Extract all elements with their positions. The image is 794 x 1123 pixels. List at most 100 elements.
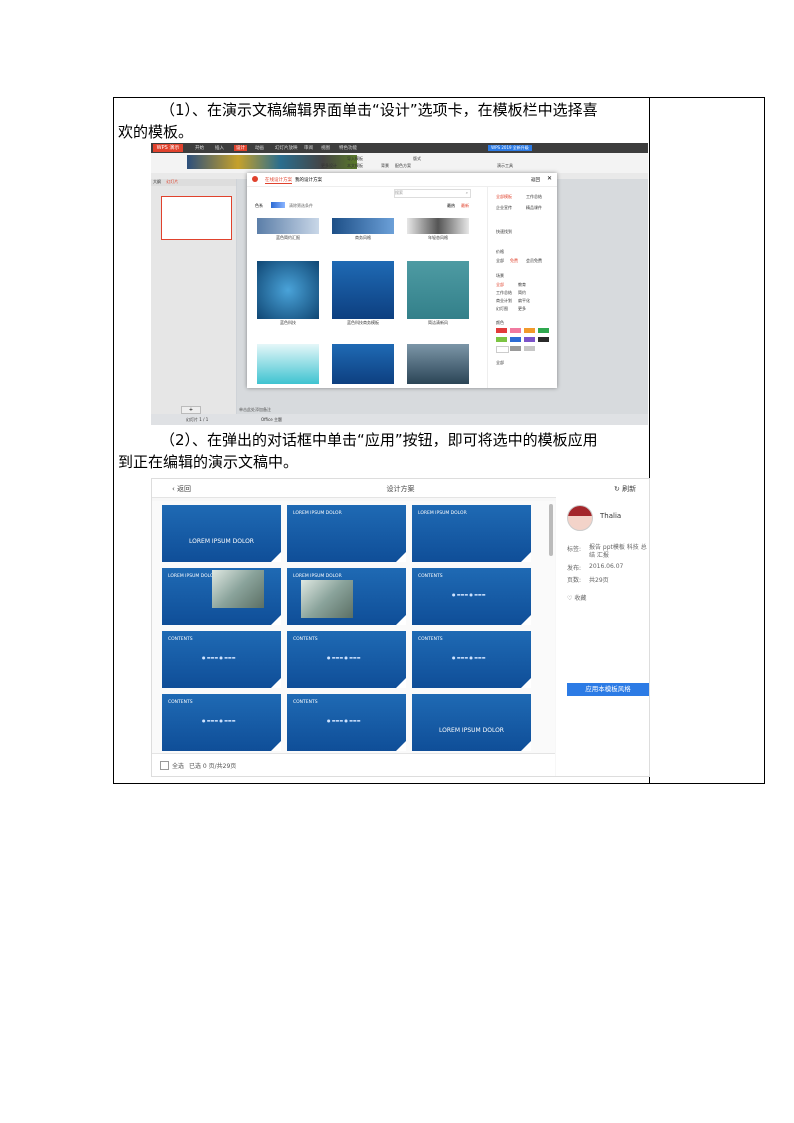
scene-more[interactable]: 更多: [518, 306, 526, 312]
tab-special[interactable]: 特色功能: [339, 145, 357, 151]
template-card[interactable]: [257, 344, 319, 396]
scene-slides[interactable]: 幻灯图: [496, 306, 508, 312]
page-curl: [521, 615, 531, 625]
scene-label: 场景: [496, 273, 504, 278]
pages-label: 页数:: [567, 577, 582, 584]
price-all[interactable]: 全部: [496, 258, 504, 264]
tags-label: 标签:: [567, 546, 582, 553]
ribbon-layout[interactable]: 版式: [413, 156, 421, 162]
search-icon[interactable]: ⌕: [466, 190, 468, 195]
screenshot-design-tab: WPS 演示 开始 插入 设计 动画 幻灯片放映 审阅 视图 特色功能 WPS …: [151, 143, 648, 425]
filter-all-templates[interactable]: 全部模板: [496, 194, 512, 200]
color-swatch[interactable]: [496, 337, 507, 342]
sort-new[interactable]: 最新: [461, 203, 469, 209]
color-swatch[interactable]: [524, 337, 535, 342]
color-swatch[interactable]: [538, 328, 549, 333]
ribbon-more-design[interactable]: 更多设计: [321, 163, 337, 169]
slide-preview[interactable]: LOREM IPSUM DOLOR: [287, 568, 406, 625]
slide-preview[interactable]: LOREM IPSUM DOLOR: [412, 694, 531, 751]
refresh-button[interactable]: ↻ 刷新: [614, 484, 636, 494]
color-swatch[interactable]: [510, 328, 521, 333]
selected-color-chip[interactable]: [271, 202, 285, 208]
wps-app-button[interactable]: WPS 演示: [153, 144, 183, 152]
heart-icon: ♡: [567, 595, 573, 602]
tab-online-designs[interactable]: 在线设计方案: [265, 177, 292, 184]
tab-insert[interactable]: 插入: [215, 145, 224, 151]
scene-simple[interactable]: 简约: [518, 290, 526, 296]
page-curl: [271, 615, 281, 625]
filter-courseware[interactable]: 精品课件: [526, 205, 542, 211]
tab-slideshow[interactable]: 幻灯片放映: [275, 145, 298, 151]
template-card[interactable]: 简洁清新风: [407, 261, 469, 329]
filter-company[interactable]: 企业宣传: [496, 205, 512, 211]
favorite-button[interactable]: ♡ 收藏: [567, 593, 586, 602]
scene-work[interactable]: 工作总结: [496, 290, 512, 296]
price-member[interactable]: 会员免费: [526, 258, 542, 264]
color-all[interactable]: 全部: [496, 360, 504, 366]
ribbon-presentation-tools[interactable]: 演示工具: [497, 163, 513, 169]
template-card[interactable]: [407, 344, 469, 396]
tab-view[interactable]: 视图: [321, 145, 330, 151]
slide-preview[interactable]: LOREM IPSUM DOLOR: [162, 505, 281, 562]
color-swatch[interactable]: [496, 328, 507, 333]
template-card[interactable]: 蓝色科技: [257, 261, 319, 329]
slide-preview[interactable]: CONTENTS ● ▬▬▬ ● ▬▬▬: [162, 631, 281, 688]
tab-review[interactable]: 审阅: [304, 145, 313, 151]
color-swatch[interactable]: [524, 328, 535, 333]
slide-title: LOREM IPSUM DOLOR: [293, 511, 342, 516]
slide-title: LOREM IPSUM DOLOR: [439, 727, 504, 734]
slide-photo: [301, 580, 353, 618]
contents-list: ● ▬▬▬ ● ▬▬▬: [327, 655, 361, 660]
close-icon[interactable]: ✕: [547, 175, 552, 182]
tab-animation[interactable]: 动画: [255, 145, 264, 151]
slide-preview[interactable]: CONTENTS ● ▬▬▬ ● ▬▬▬: [162, 694, 281, 751]
slide-title: CONTENTS: [168, 637, 193, 642]
filter-work-summary[interactable]: 工作总结: [526, 194, 542, 200]
scrollbar[interactable]: [549, 504, 553, 556]
ribbon-color-scheme[interactable]: 配色方案: [395, 163, 411, 169]
slide-preview[interactable]: CONTENTS ● ▬▬▬ ● ▬▬▬: [412, 631, 531, 688]
tab-my-designs[interactable]: 我的设计方案: [295, 177, 322, 183]
slide-thumbnail[interactable]: [161, 196, 232, 240]
sort-hot[interactable]: 最热: [447, 203, 455, 209]
dialog-back-button[interactable]: 返回: [531, 177, 540, 183]
color-swatch[interactable]: [510, 337, 521, 342]
select-all-checkbox[interactable]: [160, 761, 169, 770]
slide-title: LOREM IPSUM DOLOR: [168, 574, 217, 579]
status-bar: 幻灯片 1 / 1 Office 主题: [151, 414, 648, 425]
color-swatch[interactable]: [524, 346, 535, 351]
ribbon-import-template[interactable]: 导入模板: [347, 156, 363, 162]
step2-line2: 到正在编辑的演示文稿中。: [118, 453, 299, 471]
outline-tab[interactable]: 大纲: [153, 179, 161, 184]
tab-design[interactable]: 设计: [234, 145, 247, 151]
color-swatch[interactable]: [496, 346, 509, 353]
clear-filter[interactable]: 清除筛选条件: [289, 203, 313, 209]
color-swatch[interactable]: [510, 346, 521, 351]
slides-tab[interactable]: 幻灯片: [166, 179, 178, 184]
apply-template-button[interactable]: 应用本模板风格: [567, 683, 649, 696]
author-name[interactable]: Thalia: [600, 512, 621, 520]
slide-preview[interactable]: LOREM IPSUM DOLOR: [412, 505, 531, 562]
slide-preview[interactable]: LOREM IPSUM DOLOR: [162, 568, 281, 625]
scene-all[interactable]: 全部: [496, 282, 504, 288]
slide-preview[interactable]: CONTENTS ● ▬▬▬ ● ▬▬▬: [412, 568, 531, 625]
template-card[interactable]: 蓝色科技商务模板: [332, 261, 394, 329]
scene-flat[interactable]: 扁平化: [518, 298, 530, 304]
slide-preview[interactable]: CONTENTS ● ▬▬▬ ● ▬▬▬: [287, 631, 406, 688]
template-card[interactable]: [332, 344, 394, 396]
price-free[interactable]: 免费: [510, 258, 518, 264]
template-search-input[interactable]: 搜索 ⌕: [394, 189, 471, 198]
ribbon-background[interactable]: 背景: [381, 163, 389, 169]
scheme-header: ‹ 返回 设计方案 ↻ 刷新: [152, 479, 649, 498]
ribbon-this-template[interactable]: 本文模板: [347, 163, 363, 169]
upgrade-button[interactable]: WPS 2019 全新升级: [488, 145, 532, 151]
tab-home[interactable]: 开始: [195, 145, 204, 151]
color-swatch[interactable]: [538, 337, 549, 342]
add-slide-button[interactable]: +: [181, 406, 201, 414]
select-all-label[interactable]: 全选: [172, 761, 184, 770]
scene-education[interactable]: 教育: [518, 282, 526, 288]
notes-hint[interactable]: 单击此处添加备注: [239, 407, 271, 413]
scene-business[interactable]: 商业计划: [496, 298, 512, 304]
slide-preview[interactable]: LOREM IPSUM DOLOR: [287, 505, 406, 562]
slide-preview[interactable]: CONTENTS ● ▬▬▬ ● ▬▬▬: [287, 694, 406, 751]
